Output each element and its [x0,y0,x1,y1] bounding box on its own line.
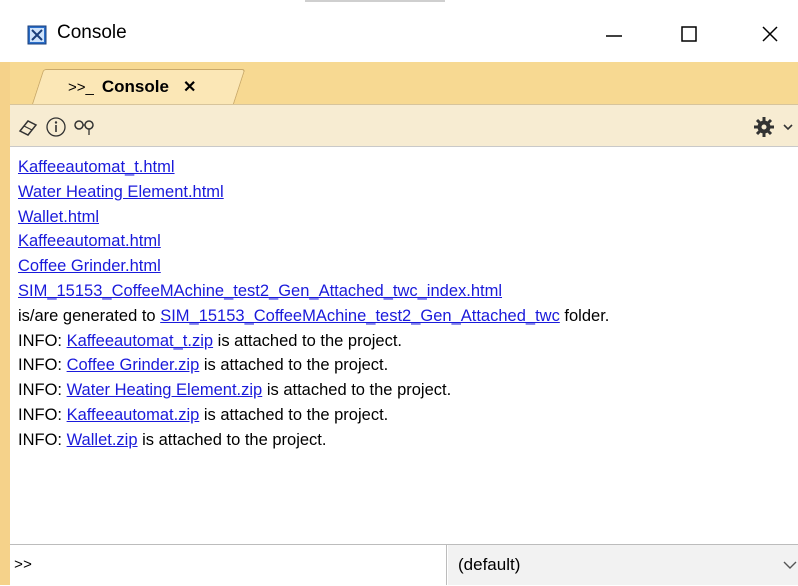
output-link[interactable]: SIM_15153_CoffeeMAchine_test2_Gen_Attach… [160,307,560,325]
output-link[interactable]: Water Heating Element.html [18,183,224,201]
console-line: Kaffeeautomat.html [18,231,161,251]
eraser-icon[interactable] [16,115,40,139]
window-title: Console [57,22,127,43]
output-link[interactable]: Kaffeeautomat.zip [67,406,200,424]
console-tab-icon: >>_ [68,78,94,96]
minimize-icon [606,35,622,37]
output-link[interactable]: Coffee Grinder.html [18,257,161,275]
console-app-icon [27,25,47,45]
output-link[interactable]: Kaffeeautomat_t.html [18,158,175,176]
interpreter-select[interactable]: (default) [448,545,798,585]
output-text: is attached to the project. [199,406,389,424]
interpreter-select-value: (default) [458,555,521,574]
info-icon[interactable] [44,115,68,139]
title-bar: Console [0,0,798,62]
output-link[interactable]: Kaffeeautomat.html [18,232,161,250]
output-text: INFO: [18,331,67,350]
tab-console[interactable]: >>_ Console ✕ [68,73,196,101]
maximize-icon [681,26,697,42]
output-text: is attached to the project. [199,356,389,375]
find-icon[interactable] [72,115,96,139]
output-text: is attached to the project. [262,381,452,400]
output-link[interactable]: Coffee Grinder.zip [67,356,200,374]
output-link[interactable]: Wallet.html [18,208,99,226]
close-window-button[interactable] [748,12,792,56]
command-input[interactable] [10,545,447,585]
minimize-button[interactable] [592,12,636,56]
console-line: INFO: Kaffeeautomat.zip is attached to t… [18,405,388,425]
dropdown-arrow-icon[interactable] [780,115,796,139]
output-link[interactable]: Wallet.zip [67,431,138,449]
console-toolbar [10,104,798,147]
console-line: INFO: Wallet.zip is attached to the proj… [18,430,326,450]
output-text: INFO: [18,406,67,424]
panel-left-edge [0,62,10,585]
output-text: folder. [559,306,610,325]
output-text: is attached to the project. [213,331,403,350]
console-line: INFO: Coffee Grinder.zip is attached to … [18,355,388,375]
top-divider [305,0,445,2]
output-text: is/are generated to [18,306,161,325]
chevron-down-icon [783,561,797,569]
maximize-button[interactable] [667,12,711,56]
output-text: INFO: [18,356,67,375]
output-link[interactable]: Water Heating Element.zip [67,381,263,399]
console-line: Kaffeeautomat_t.html [18,157,175,177]
output-text: INFO: [18,381,67,400]
console-output: Kaffeeautomat_t.html Water Heating Elemen… [10,146,798,545]
close-icon [762,26,778,42]
console-line: Wallet.html [18,207,99,227]
output-link[interactable]: Kaffeeautomat_t.zip [67,332,213,350]
console-line: Coffee Grinder.html [18,256,161,276]
console-line: is/are generated to SIM_15153_CoffeeMAch… [18,306,609,326]
command-bar: (default) [10,544,798,586]
console-line: SIM_15153_CoffeeMAchine_test2_Gen_Attach… [18,281,502,301]
console-line: INFO: Kaffeeautomat_t.zip is attached to… [18,331,402,351]
output-text: INFO: [18,430,67,449]
console-line: Water Heating Element.html [18,182,224,202]
console-line: INFO: Water Heating Element.zip is attac… [18,380,451,400]
tab-close-icon[interactable]: ✕ [183,77,196,97]
gear-icon[interactable] [752,115,776,139]
output-link[interactable]: SIM_15153_CoffeeMAchine_test2_Gen_Attach… [18,282,502,300]
tab-label: Console [101,77,169,96]
output-text: is attached to the project. [137,430,327,449]
